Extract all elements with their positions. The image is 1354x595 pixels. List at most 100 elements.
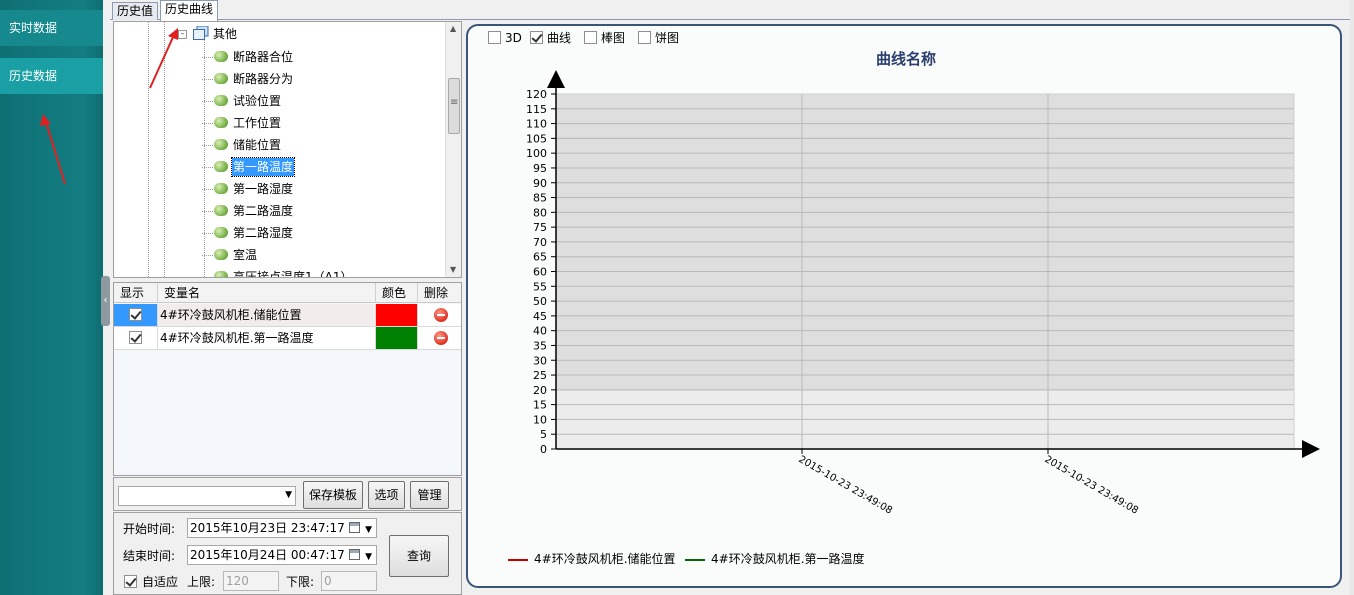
delete-cell[interactable]	[418, 327, 461, 349]
grid-header: 显示 变量名 颜色 删除	[114, 283, 461, 303]
color-cell[interactable]	[376, 327, 418, 349]
header-delete[interactable]: 删除	[418, 283, 461, 303]
show-cell[interactable]	[114, 304, 158, 326]
variable-tree: - 其他 断路器合位 断路器分为 试验位置 工作位置 储能位置 第一路温度 第一路湿度 第二路…	[113, 21, 462, 278]
end-time-picker[interactable]: 2015年10月24日 00:47:17 ▼	[187, 545, 377, 565]
tree-node-label: 试验位置	[233, 94, 282, 108]
color-swatch[interactable]	[376, 304, 417, 326]
tree-guide-line	[202, 57, 213, 58]
y-tick-label: 40	[533, 325, 547, 338]
y-tick-label: 50	[533, 295, 547, 308]
header-color[interactable]: 颜色	[376, 283, 418, 303]
tree-node-label: 储能位置	[233, 138, 282, 152]
tree-scroll-thumb[interactable]: ≡	[448, 78, 460, 134]
variable-name-cell[interactable]: 4#环冷鼓风机柜.第一路温度	[158, 327, 376, 349]
variable-leaf-icon	[214, 227, 228, 238]
template-toolbar: ▼ 保存模板 选项 管理	[113, 477, 462, 511]
tree-node-label: 第一路湿度	[233, 182, 294, 196]
legend-item: 4#环冷鼓风机柜.储能位置	[508, 550, 676, 567]
y-tick-label: 25	[533, 369, 547, 382]
show-cell[interactable]	[114, 327, 158, 349]
tree-guide-line	[202, 233, 213, 234]
header-show[interactable]: 显示	[114, 283, 158, 303]
table-row[interactable]: 4#环冷鼓风机柜.储能位置	[114, 304, 461, 327]
save-template-button[interactable]: 保存模板	[303, 481, 363, 509]
tree-guide-line	[202, 79, 213, 80]
tree-node-label: 断路器合位	[233, 50, 294, 64]
variable-leaf-icon	[214, 183, 228, 194]
auto-scale-checkbox[interactable]	[124, 575, 137, 588]
selected-variables-grid: 显示 变量名 颜色 删除 4#环冷鼓风机柜.储能位置 4#环冷鼓风机柜.第一路温度	[113, 282, 462, 476]
chevron-down-icon[interactable]: ▼	[365, 521, 372, 539]
y-axis-arrow-icon	[547, 70, 565, 88]
x-axis-arrow-icon	[1302, 440, 1320, 458]
y-tick-label: 65	[533, 251, 547, 264]
scroll-down-icon[interactable]: ▼	[450, 265, 456, 274]
nav-item-history-data[interactable]: 历史数据	[0, 58, 103, 94]
start-time-label: 开始时间:	[123, 522, 176, 536]
upper-limit-label: 上限:	[187, 575, 216, 589]
upper-limit-input[interactable]: 120	[223, 571, 279, 591]
nav-item-realtime-data[interactable]: 实时数据	[0, 10, 103, 46]
variable-leaf-icon	[214, 117, 228, 128]
header-variable-name[interactable]: 变量名	[158, 283, 376, 303]
delete-cell[interactable]	[418, 304, 461, 326]
tree-guide-line	[202, 255, 213, 256]
left-navigation: 实时数据 历史数据	[0, 0, 103, 595]
tree-guide-line	[202, 123, 213, 124]
chevron-down-icon[interactable]: ▼	[365, 548, 372, 566]
start-time-picker[interactable]: 2015年10月23日 23:47:17 ▼	[187, 518, 377, 538]
variable-leaf-icon	[214, 95, 228, 106]
y-tick-label: 90	[533, 177, 547, 190]
y-tick-label: 60	[533, 266, 547, 279]
window-edge	[1350, 0, 1354, 595]
panel-collapse-handle[interactable]: ‹	[101, 276, 110, 326]
y-tick-label: 10	[533, 413, 547, 426]
tree-guide-line	[202, 101, 213, 102]
y-tick-label: 120	[526, 88, 547, 101]
tab-history-values[interactable]: 历史值	[112, 2, 159, 20]
lower-limit-input[interactable]: 0	[321, 571, 377, 591]
show-checkbox[interactable]	[129, 331, 142, 344]
y-tick-label: 100	[526, 147, 547, 160]
variable-leaf-icon	[214, 205, 228, 216]
variable-name-cell[interactable]: 4#环冷鼓风机柜.储能位置	[158, 304, 376, 326]
tree-node-label: 第一路温度	[230, 157, 296, 177]
y-tick-label: 115	[526, 103, 547, 116]
y-tick-label: 70	[533, 236, 547, 249]
calendar-icon[interactable]	[349, 522, 360, 533]
delete-icon[interactable]	[434, 331, 448, 345]
variable-leaf-icon	[214, 249, 228, 260]
folder-icon	[193, 26, 209, 40]
y-tick-label: 15	[533, 399, 547, 412]
legend-swatch	[685, 558, 705, 561]
tree-folder-label[interactable]: 其他	[213, 25, 237, 42]
scroll-up-icon[interactable]: ▲	[450, 24, 456, 33]
tab-history-curves[interactable]: 历史曲线	[160, 0, 219, 21]
color-cell[interactable]	[376, 304, 418, 326]
y-tick-label: 30	[533, 354, 547, 367]
tree-guide-line	[202, 211, 213, 212]
show-checkbox[interactable]	[129, 308, 142, 321]
template-select[interactable]: ▼	[118, 486, 296, 506]
x-tick-label: 2015-10-23 23:49:08	[1043, 454, 1140, 517]
lower-limit-label: 下限:	[286, 575, 315, 589]
manage-button[interactable]: 管理	[410, 481, 449, 509]
y-tick-label: 55	[533, 280, 547, 293]
calendar-icon[interactable]	[349, 549, 360, 560]
tree-guide-line	[202, 145, 213, 146]
tree-guide-line	[204, 40, 205, 277]
color-swatch[interactable]	[376, 327, 417, 349]
tree-node-label: 第二路湿度	[233, 226, 294, 240]
y-tick-label: 110	[526, 118, 547, 131]
tree-node-label: 断路器分为	[233, 72, 294, 86]
variable-leaf-icon	[214, 73, 228, 84]
annotation-arrow-icon	[40, 114, 66, 185]
options-button[interactable]: 选项	[368, 481, 405, 509]
tree-scrollbar[interactable]: ▲ ≡ ▼	[445, 22, 461, 277]
query-button[interactable]: 查询	[389, 535, 449, 577]
table-row[interactable]: 4#环冷鼓风机柜.第一路温度	[114, 327, 461, 350]
delete-icon[interactable]	[434, 308, 448, 322]
legend-label: 4#环冷鼓风机柜.第一路温度	[711, 552, 865, 566]
y-tick-label: 35	[533, 339, 547, 352]
